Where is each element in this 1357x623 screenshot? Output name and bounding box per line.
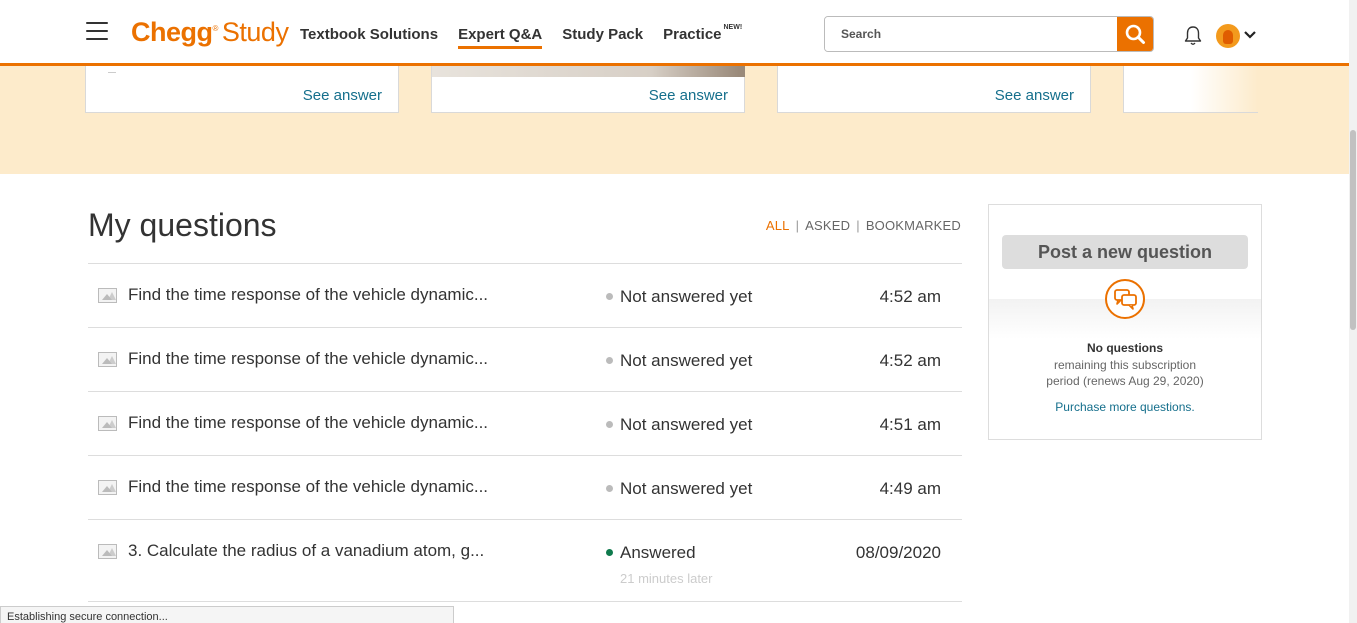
subscription-line-1: remaining this subscription [1053,358,1197,372]
see-answer-link[interactable]: See answer [649,87,728,104]
top-navbar: Chegg® Study Textbook Solutions Expert Q&… [0,0,1349,66]
question-time: 4:49 am [879,479,941,498]
no-questions-label: No questions [1086,341,1163,355]
question-text[interactable]: 3. Calculate the radius of a vanadium at… [128,541,484,561]
question-time: 08/09/2020 [855,543,941,562]
filter-separator: | [795,218,800,233]
status-dot [606,421,613,429]
new-badge: NEW! [723,24,743,31]
subscription-info: remaining this subscription period (rene… [989,357,1261,389]
answer-latency: 21 minutes later [620,571,713,586]
question-status: Not answered yet [606,351,752,371]
nav-practice-label: Practice [663,26,722,43]
question-text[interactable]: Find the time response of the vehicle dy… [128,349,488,369]
question-list: Find the time response of the vehicle dy… [88,263,962,602]
filter-separator: | [856,218,860,233]
status-dot [606,549,613,557]
question-text[interactable]: Find the time response of the vehicle dy… [128,285,488,305]
logo-chegg: Chegg [131,17,213,47]
chegg-study-logo[interactable]: Chegg® Study [131,17,289,48]
filter-bookmarked[interactable]: BOOKMARKED [866,218,961,233]
question-text[interactable]: Find the time response of the vehicle dy… [128,477,488,497]
question-row[interactable]: Find the time response of the vehicle dy… [88,456,962,520]
answer-carousel: See answer See answer See answer [0,66,1349,174]
main-nav: Textbook Solutions Expert Q&A Study Pack… [300,24,762,49]
status-dot [606,485,613,493]
notification-bell-icon[interactable] [1183,25,1203,47]
see-answer-link[interactable]: See answer [303,87,382,104]
nav-textbook-solutions[interactable]: Textbook Solutions [300,26,438,43]
status-dot [606,357,613,365]
purchase-more-link[interactable]: Purchase more questions. [989,400,1261,414]
question-row[interactable]: Find the time response of the vehicle dy… [88,328,962,392]
status-label: Answered [620,543,696,562]
status-dot [606,293,613,301]
logo-registered-mark: ® [212,24,219,33]
page-scrollbar[interactable] [1349,0,1357,623]
question-row[interactable]: Find the time response of the vehicle dy… [88,392,962,456]
filter-asked[interactable]: ASKED [805,218,850,233]
card-thumbnail [432,66,745,77]
browser-status-bar: Establishing secure connection... [0,606,454,623]
question-status: Not answered yet [606,415,752,435]
image-placeholder-icon [98,352,117,367]
search-box [824,16,1154,52]
status-label: Not answered yet [620,479,753,498]
search-button[interactable] [1117,17,1153,51]
search-icon [1125,24,1145,44]
image-placeholder-icon [98,416,117,431]
answer-card[interactable]: See answer [777,66,1091,113]
scrollbar-thumb[interactable] [1350,130,1356,330]
status-label: Not answered yet [620,287,753,306]
question-row[interactable]: 3. Calculate the radius of a vanadium at… [88,520,962,602]
logo-study: Study [221,17,289,47]
answer-card[interactable]: See answer [85,66,399,113]
nav-practice[interactable]: Practice NEW! [663,24,743,43]
chevron-down-icon[interactable] [1243,30,1257,40]
question-time: 4:52 am [879,287,941,306]
chat-bubbles-icon [1105,279,1145,319]
nav-expert-qa[interactable]: Expert Q&A [458,26,543,49]
question-text[interactable]: Find the time response of the vehicle dy… [128,413,488,433]
question-status: Answered [606,543,696,563]
image-placeholder-icon [98,288,117,303]
image-placeholder-icon [98,480,117,495]
question-filters: ALL | ASKED | BOOKMARKED [766,218,961,233]
question-row[interactable]: Find the time response of the vehicle dy… [88,264,962,328]
post-new-question-button[interactable]: Post a new question [1002,235,1248,269]
filter-all[interactable]: ALL [766,218,790,233]
question-status: Not answered yet [606,479,752,499]
status-label: Not answered yet [620,415,753,434]
hamburger-menu-icon[interactable] [86,22,108,40]
caret-up-icon [108,72,116,76]
answer-card-partial[interactable] [1123,66,1258,113]
ask-question-panel: Post a new question No questions remaini… [988,204,1262,440]
answer-card[interactable]: See answer [431,66,745,113]
subscription-line-2: period (renews Aug 29, 2020) [1046,374,1204,388]
page: See answer See answer See answer Chegg® S… [0,0,1357,623]
user-avatar[interactable] [1216,24,1240,48]
nav-study-pack[interactable]: Study Pack [562,26,643,43]
status-label: Not answered yet [620,351,753,370]
image-placeholder-icon [98,544,117,559]
question-time: 4:51 am [879,415,941,434]
question-status: Not answered yet [606,287,752,307]
see-answer-link[interactable]: See answer [995,87,1074,104]
search-input[interactable] [825,17,1119,51]
page-title: My questions [88,207,277,243]
question-time: 4:52 am [879,351,941,370]
